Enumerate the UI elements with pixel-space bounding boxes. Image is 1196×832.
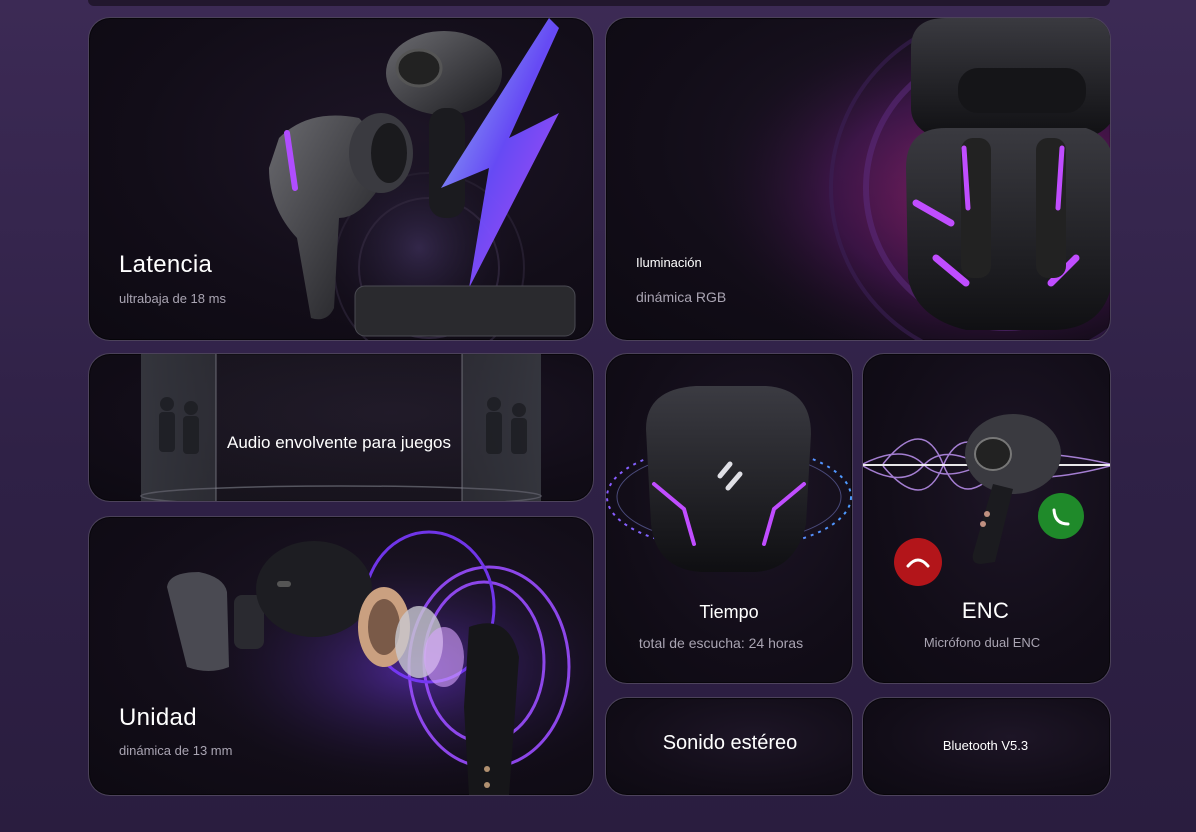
playtime-subtitle: total de escucha: 24 horas [638,635,804,651]
enc-card: ENC Micrófono dual ENC [862,353,1111,684]
rgb-subtitle: dinámica RGB [636,289,727,305]
bluetooth-card: Bluetooth V5.3 [862,697,1111,796]
latency-subtitle: ultrabaja de 18 ms [119,291,226,306]
enc-title: ENC [961,598,1010,623]
driver-title: Unidad [119,704,197,731]
enc-subtitle: Micrófono dual ENC [923,635,1041,650]
rgb-title: Iluminación [636,255,702,270]
stereo-title: Sonido estéreo [662,732,798,754]
rgb-card: Iluminación dinámica RGB [605,17,1111,341]
playtime-case-image [606,386,852,572]
enc-earbud-image [863,414,1110,586]
stereo-card: Sonido estéreo [605,697,853,796]
gaming-title: Audio envolvente para juegos [227,433,451,452]
playtime-title: Tiempo [699,602,759,622]
decline-call-icon [894,538,942,586]
latency-title: Latencia [119,251,213,278]
gaming-scene-image [140,354,542,501]
top-edge-strip [88,0,1110,6]
bluetooth-title: Bluetooth V5.3 [942,738,1029,753]
playtime-card: Tiempo total de escucha: 24 horas [605,353,853,684]
latency-card: Latencia ultrabaja de 18 ms [88,17,594,341]
driver-subtitle: dinámica de 13 mm [119,743,233,758]
gaming-card: Audio envolvente para juegos [88,353,594,502]
driver-card: Unidad dinámica de 13 mm [88,516,594,796]
answer-call-icon [1038,493,1084,539]
